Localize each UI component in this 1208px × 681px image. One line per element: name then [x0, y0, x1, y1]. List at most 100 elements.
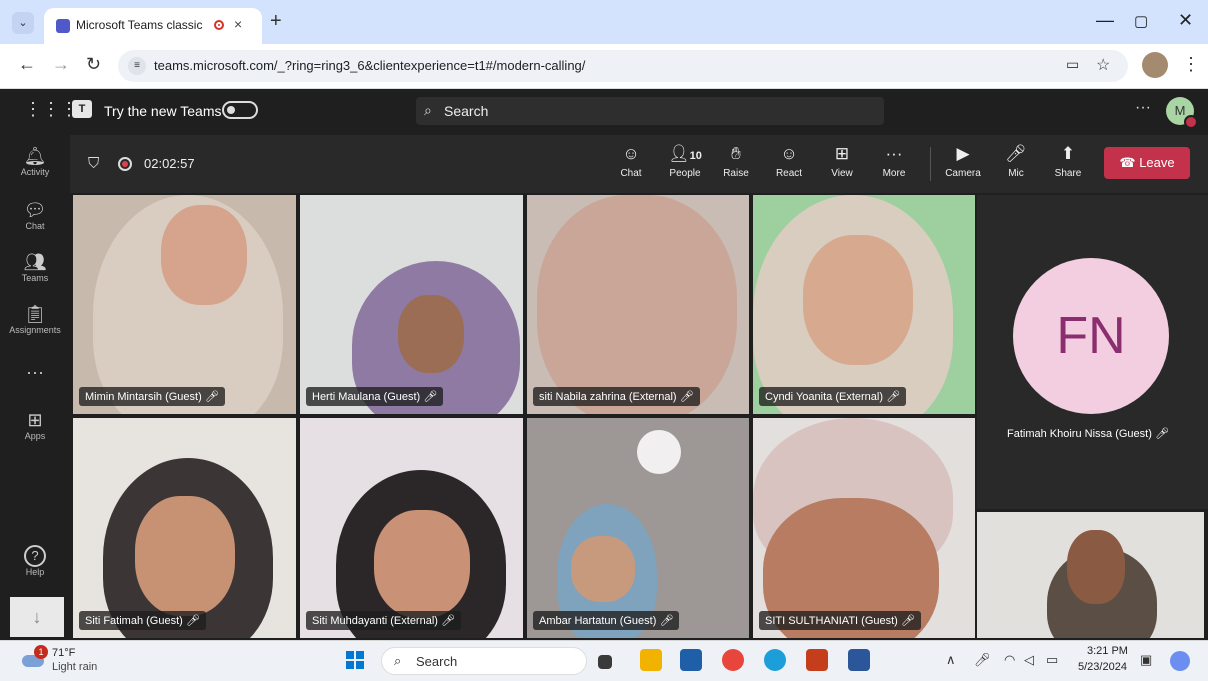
rail-label: Teams	[21, 273, 49, 283]
restore-button[interactable]: ▢	[1134, 12, 1148, 30]
app-launcher-icon[interactable]: ⋮⋮⋮	[24, 99, 78, 120]
help-icon: ?	[24, 545, 46, 567]
muted-mic-icon: 🎤︎	[423, 391, 438, 403]
share-button[interactable]: ⬆ Share	[1043, 143, 1093, 179]
mic-button[interactable]: 🎤︎ Mic	[991, 143, 1041, 179]
grid-view-icon: ⊞	[834, 144, 850, 163]
participant-initials-avatar: FN	[1013, 258, 1169, 414]
video-tile[interactable]: SITI SULTHANIATI (Guest) 🎤︎	[753, 418, 975, 638]
teams-logo-icon: T	[72, 100, 92, 118]
file-explorer-icon[interactable]	[640, 649, 662, 671]
video-tile[interactable]: Herti Maulana (Guest) 🎤︎	[300, 195, 523, 414]
download-icon[interactable]: ↓	[10, 597, 64, 637]
rail-item-more[interactable]: ···	[0, 361, 70, 383]
rail-item-teams[interactable]: 👥︎ Teams	[0, 251, 70, 283]
edge-icon[interactable]	[764, 649, 786, 671]
try-new-teams-toggle[interactable]	[222, 101, 258, 119]
avatar-tile[interactable]: FN Fatimah Khoiru Nissa (Guest) 🎤︎	[977, 195, 1208, 509]
video-tile[interactable]: Siti Fatimah (Guest) 🎤︎	[73, 418, 296, 638]
meeting-control-bar: ⛉ 02:02:57 ☺ Chat 👤︎10 People ✋︎ Raise ☺…	[70, 135, 1208, 193]
back-arrow-icon[interactable]: ←	[18, 54, 36, 75]
start-button[interactable]	[346, 651, 364, 669]
chrome-icon[interactable]	[722, 649, 744, 671]
camera-button[interactable]: ▶ Camera	[938, 143, 988, 179]
microphone-icon: 🎤︎	[1005, 144, 1027, 163]
tab-close-button[interactable]: ×	[234, 16, 242, 32]
mail-icon[interactable]	[680, 649, 702, 671]
people-button[interactable]: 👤︎10 People	[660, 143, 710, 179]
browser-toolbar: ← → ↻ ≡ teams.microsoft.com/_?ring=ring3…	[0, 44, 1208, 89]
browser-tab-strip: ⌄ Microsoft Teams classic × + — ▢ ✕	[0, 0, 1208, 44]
new-tab-button[interactable]: +	[270, 10, 282, 33]
notifications-icon[interactable]: ▣	[1140, 652, 1152, 668]
raise-button-label: Raise	[723, 168, 749, 179]
muted-mic-icon: 🎤︎	[204, 391, 219, 403]
self-view-video[interactable]	[977, 512, 1204, 638]
reload-icon[interactable]: ↻	[86, 54, 101, 75]
url-text[interactable]: teams.microsoft.com/_?ring=ring3_6&clien…	[154, 58, 585, 73]
volume-icon[interactable]: ◁	[1024, 652, 1034, 668]
show-hidden-icons[interactable]: ∧	[946, 652, 956, 668]
leave-label: Leave	[1139, 155, 1175, 170]
app-rail: 🔔︎ Activity 💬︎ Chat 👥︎ Teams 📋︎ Assignme…	[0, 133, 70, 640]
rail-item-activity[interactable]: 🔔︎ Activity	[0, 145, 70, 177]
rail-item-help[interactable]: ? Help	[0, 545, 70, 577]
teams-favicon-icon	[56, 19, 70, 33]
recording-indicator-icon	[214, 20, 224, 30]
participant-face	[398, 295, 464, 373]
rail-item-assignments[interactable]: 📋︎ Assignments	[0, 303, 70, 335]
video-tile[interactable]: Cyndi Yoanita (External) 🎤︎	[753, 195, 975, 414]
site-info-icon[interactable]: ≡	[128, 57, 146, 75]
taskbar-search[interactable]: ⌕ Search	[381, 647, 587, 675]
windows-logo-pane	[356, 661, 364, 669]
clock-time[interactable]: 3:21 PM	[1087, 645, 1128, 657]
microphone-tray-icon[interactable]: 🎤︎	[974, 652, 991, 668]
minimize-button[interactable]: —	[1096, 10, 1114, 31]
more-actions-button[interactable]: ··· More	[869, 143, 919, 179]
video-tile[interactable]: Siti Muhdayanti (External) 🎤︎	[300, 418, 523, 638]
chat-button-label: Chat	[620, 168, 642, 179]
raise-hand-button[interactable]: ✋︎ Raise	[711, 143, 761, 179]
share-icon: ⬆	[1060, 144, 1076, 163]
video-tile[interactable]: Ambar Hartatun (Guest) 🎤︎	[527, 418, 749, 638]
bookmark-star-icon[interactable]: ☆	[1096, 55, 1110, 75]
chat-bubble-icon: ☺	[622, 144, 640, 163]
muted-mic-icon: 🎤︎	[886, 391, 901, 403]
battery-icon[interactable]: ▭	[1046, 652, 1058, 668]
more-options-icon[interactable]: ···	[1135, 99, 1151, 117]
participant-face	[571, 536, 635, 602]
browser-menu-icon[interactable]: ⋮	[1182, 54, 1200, 75]
forward-arrow-icon[interactable]: →	[52, 54, 70, 75]
participant-name-pill: Herti Maulana (Guest) 🎤︎	[306, 387, 444, 406]
rail-item-apps[interactable]: ⊞ Apps	[0, 409, 70, 441]
address-bar[interactable]: ≡ teams.microsoft.com/_?ring=ring3_6&cli…	[118, 50, 1128, 82]
participant-face	[803, 235, 913, 365]
clock-date[interactable]: 5/23/2024	[1078, 661, 1127, 673]
rail-item-chat[interactable]: 💬︎ Chat	[0, 199, 70, 231]
view-button[interactable]: ⊞ View	[817, 143, 867, 179]
muted-mic-icon: 🎤︎	[679, 391, 694, 403]
leave-button[interactable]: ☎ Leave	[1104, 147, 1190, 179]
more-icon: ···	[885, 144, 903, 163]
wifi-icon[interactable]: ◠	[1004, 652, 1015, 668]
rail-label: Assignments	[9, 325, 61, 335]
powerpoint-icon[interactable]	[806, 649, 828, 671]
chat-button[interactable]: ☺ Chat	[606, 143, 656, 179]
participant-name-label: Fatimah Khoiru Nissa (Guest) 🎤︎	[1007, 428, 1169, 440]
close-window-button[interactable]: ✕	[1178, 10, 1193, 31]
browser-tab[interactable]: Microsoft Teams classic ×	[44, 8, 262, 44]
windows-logo-pane	[346, 661, 354, 669]
task-view-icon[interactable]	[598, 655, 612, 669]
video-tile[interactable]: siti Nabila zahrina (External) 🎤︎	[527, 195, 749, 414]
react-button-label: React	[775, 168, 803, 179]
cast-icon[interactable]: ▭	[1066, 56, 1079, 73]
bell-icon: 🔔︎	[23, 146, 47, 166]
profile-avatar[interactable]	[1142, 52, 1168, 78]
word-icon[interactable]	[848, 649, 870, 671]
copilot-icon[interactable]	[1170, 651, 1190, 671]
react-button[interactable]: ☺ React	[764, 143, 814, 179]
video-tile[interactable]: Mimin Mintarsih (Guest) 🎤︎	[73, 195, 296, 414]
people-icon: 👤︎10	[668, 144, 702, 163]
tab-list-button[interactable]: ⌄	[12, 12, 34, 34]
search-input[interactable]: ⌕ Search	[416, 97, 884, 125]
